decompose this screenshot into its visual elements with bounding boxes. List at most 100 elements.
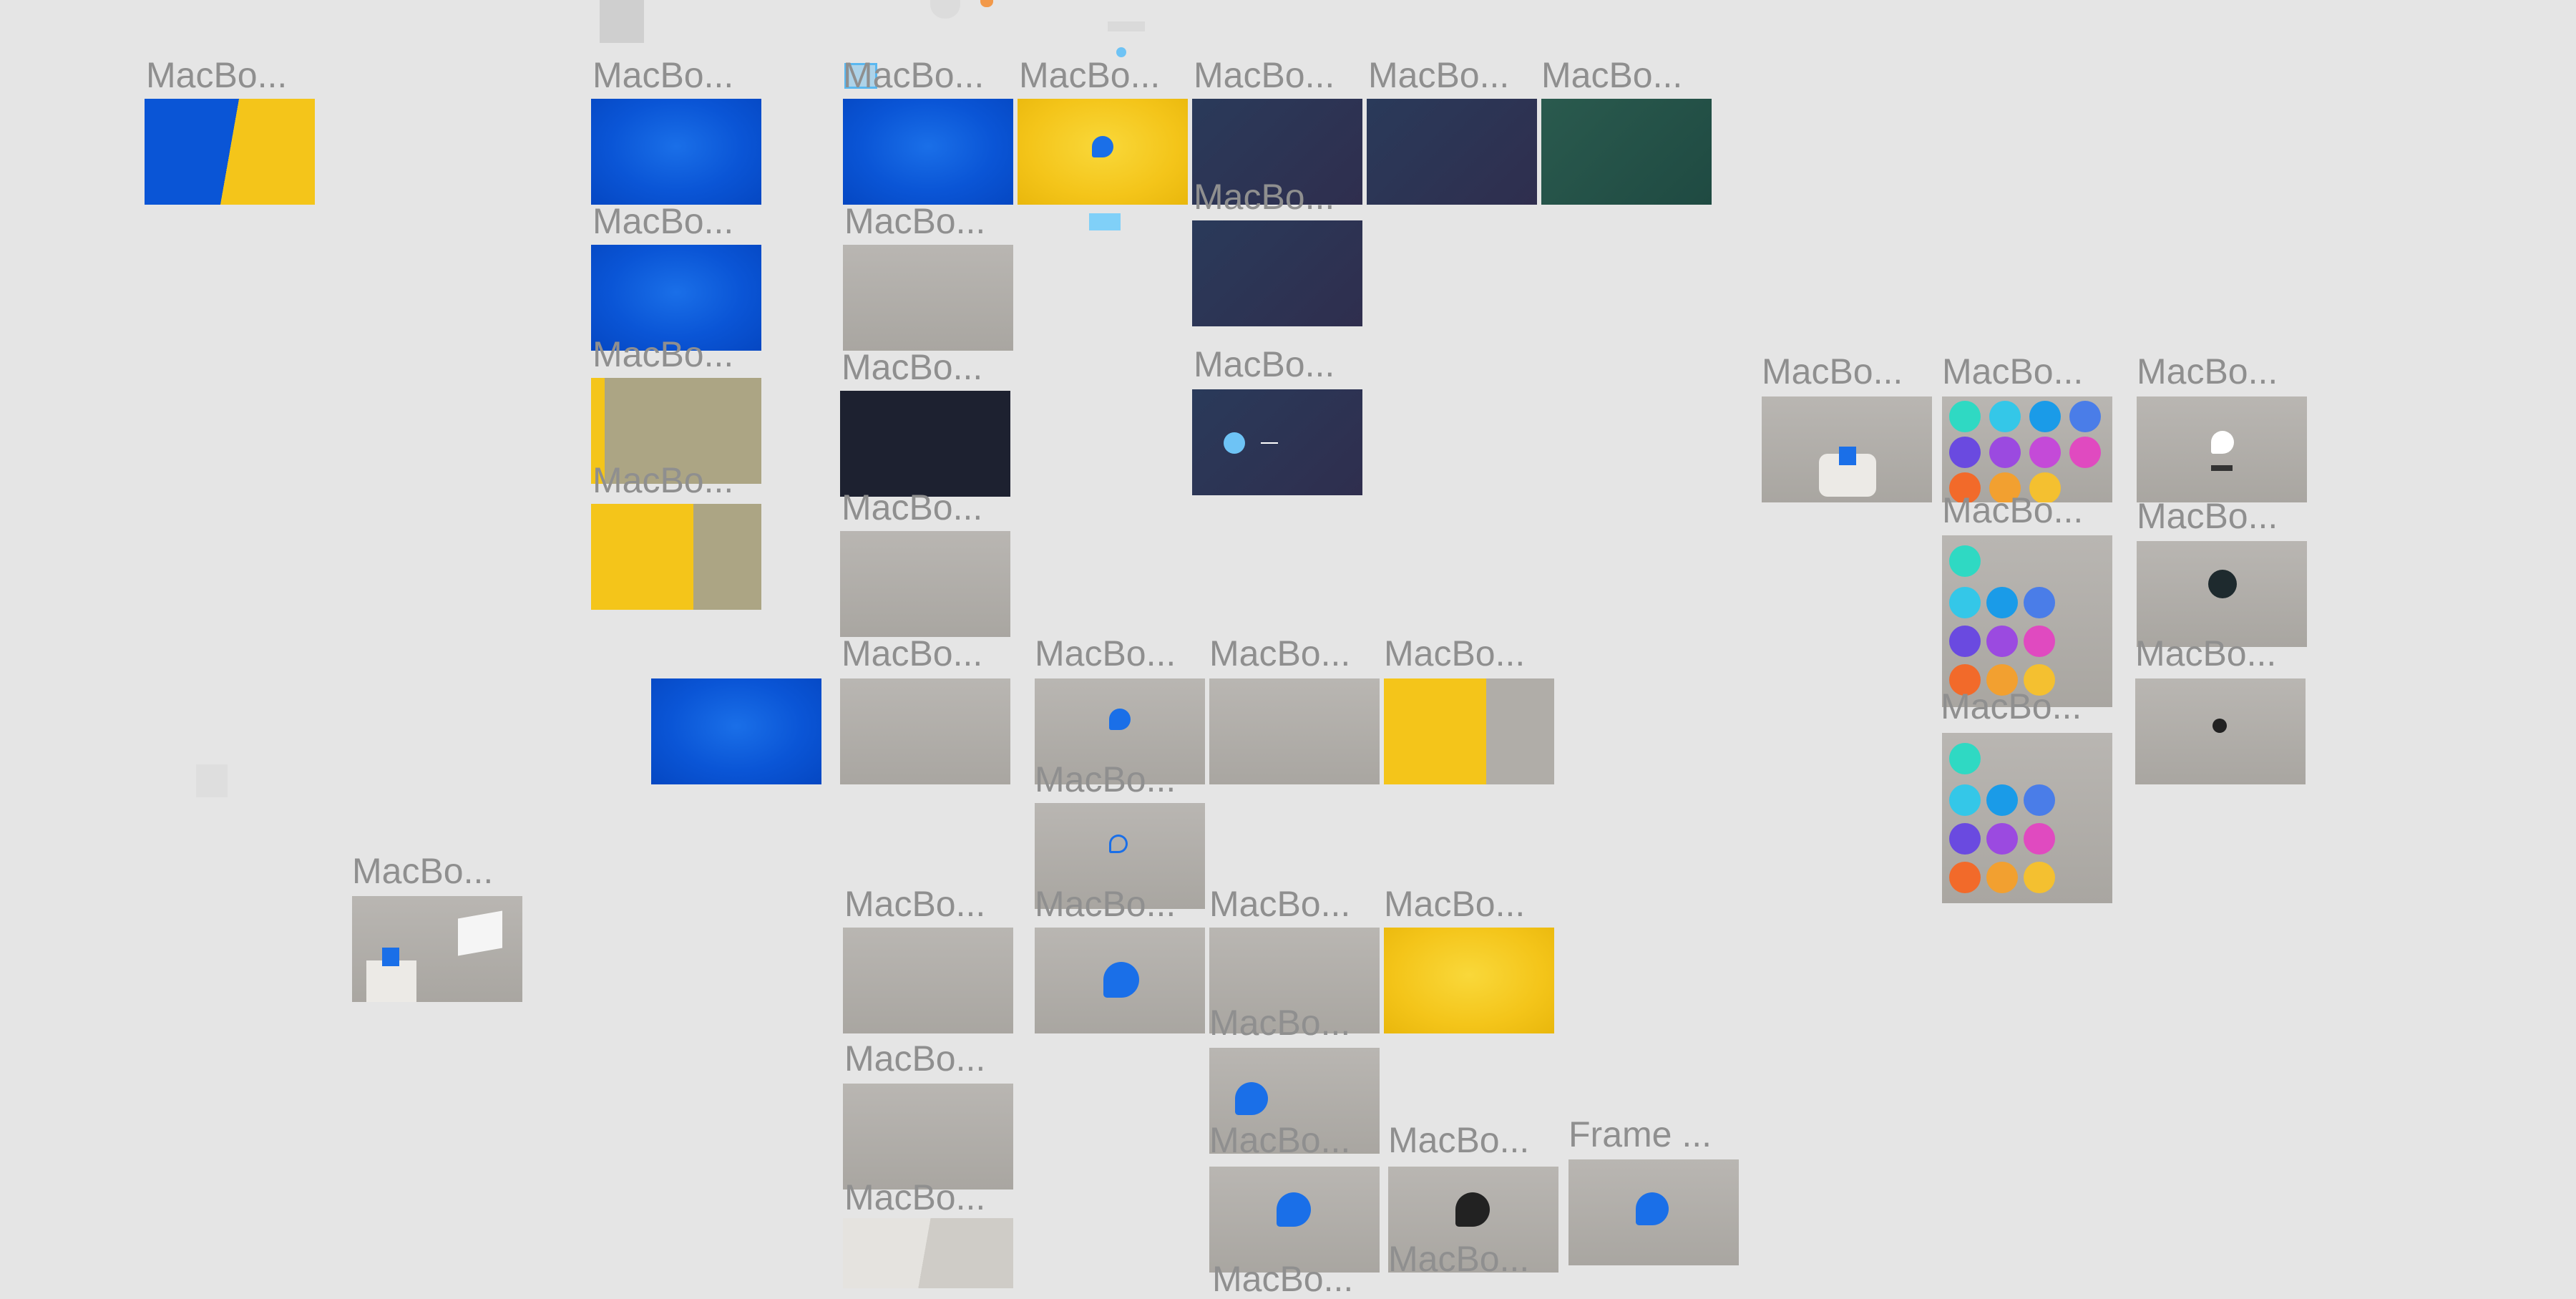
frame-label[interactable]: MacBo... (1019, 57, 1160, 93)
frame-thumbnail[interactable] (1541, 99, 1712, 205)
frame-label[interactable]: MacBo... (1762, 354, 1903, 389)
frame-label[interactable]: MacBo... (1035, 886, 1176, 922)
frame-thumbnail[interactable] (2135, 678, 2306, 784)
frame-label[interactable]: MacBo... (2137, 354, 2278, 389)
frame-thumbnail[interactable] (1209, 678, 1380, 784)
frame-thumbnail[interactable] (843, 1218, 1013, 1288)
color-dot (1949, 823, 1981, 855)
button-shape (2211, 465, 2233, 471)
color-dot (1989, 401, 2021, 432)
frame-thumbnail[interactable] (1568, 1159, 1739, 1265)
frame-label[interactable]: MacBo... (1941, 689, 2082, 724)
color-dot (2024, 823, 2055, 855)
frame-label[interactable]: MacBo... (843, 57, 984, 93)
canvas-shape[interactable] (600, 0, 644, 43)
color-dot (2024, 626, 2055, 657)
frame-label[interactable]: MacBo... (1368, 57, 1509, 93)
frame-label[interactable]: MacBo... (1035, 636, 1176, 671)
color-dot (1986, 823, 2018, 855)
canvas-shape[interactable] (1089, 213, 1121, 230)
arrow-right-icon (1261, 442, 1278, 444)
frame-thumbnail[interactable] (1192, 389, 1362, 495)
frame-label[interactable]: MacBo... (1194, 179, 1335, 215)
frame-thumbnail[interactable] (840, 391, 1010, 497)
frame-thumbnail[interactable] (1367, 99, 1537, 205)
frame-label[interactable]: MacBo... (1212, 1261, 1353, 1297)
frame-thumbnail[interactable] (843, 99, 1013, 205)
canvas-shape[interactable] (930, 0, 960, 19)
frame-thumbnail[interactable] (840, 531, 1010, 637)
frame-thumbnail[interactable] (843, 928, 1013, 1033)
canvas-shape[interactable] (196, 764, 228, 797)
chat-bubble-icon (1636, 1192, 1669, 1225)
frame-thumbnail[interactable] (1942, 733, 2112, 903)
color-dot (2029, 401, 2061, 432)
frame-label[interactable]: MacBo... (1209, 1005, 1350, 1041)
frame-thumbnail[interactable] (2137, 541, 2307, 647)
frame-label[interactable]: MacBo... (592, 203, 733, 239)
frame-label[interactable]: MacBo... (1384, 636, 1525, 671)
frame-thumbnail[interactable] (1192, 220, 1362, 326)
frame-thumbnail[interactable] (1384, 928, 1554, 1033)
frame-label[interactable]: MacBo... (352, 853, 493, 889)
frame-label[interactable]: MacBo... (1209, 886, 1350, 922)
frame-label[interactable]: MacBo... (844, 886, 985, 922)
frame-label[interactable]: Frame ... (1568, 1116, 1712, 1152)
canvas-shape[interactable] (980, 0, 993, 7)
frame-label[interactable]: MacBo... (841, 349, 982, 385)
frame-thumbnail[interactable] (843, 1084, 1013, 1189)
frame-thumbnail[interactable] (591, 504, 761, 610)
frame-label[interactable]: MacBo... (592, 462, 733, 498)
frame-thumbnail[interactable] (1942, 396, 2112, 502)
frame-label[interactable]: MacBo... (2135, 636, 2276, 671)
frame-label[interactable]: MacBo... (1388, 1122, 1529, 1158)
frame-label[interactable]: MacBo... (146, 57, 287, 93)
frame-thumbnail[interactable] (1384, 678, 1554, 784)
frame-thumbnail[interactable] (843, 245, 1013, 351)
color-dot (1986, 626, 2018, 657)
frame-thumbnail[interactable] (840, 678, 1010, 784)
color-dot (2029, 437, 2061, 468)
frame-thumbnail[interactable] (651, 678, 821, 784)
frame-label[interactable]: MacBo... (1209, 1122, 1350, 1158)
frame-label[interactable]: MacBo... (844, 1179, 985, 1215)
color-dot (1949, 743, 1981, 774)
frame-label[interactable]: MacBo... (1035, 762, 1176, 797)
chat-bubble-icon (1092, 136, 1113, 157)
frame-thumbnail[interactable] (1942, 535, 2112, 707)
frame-thumbnail[interactable] (1762, 396, 1932, 502)
design-canvas[interactable]: MacBo... MacBo... MacBo... MacBo... MacB… (0, 0, 2576, 1297)
frame-label[interactable]: MacBo... (1194, 57, 1335, 93)
frame-thumbnail[interactable] (1035, 928, 1205, 1033)
chat-bubble-icon (1235, 1082, 1268, 1115)
frame-thumbnail[interactable] (2137, 396, 2307, 502)
frame-label[interactable]: MacBo... (1942, 492, 2083, 528)
frame-label[interactable]: MacBo... (2137, 498, 2278, 534)
color-dot (2069, 401, 2101, 432)
cube-icon (1839, 447, 1856, 465)
frame-label[interactable]: MacBo... (1194, 346, 1335, 382)
globe-icon (2208, 570, 2237, 598)
frame-label[interactable]: MacBo... (592, 57, 733, 93)
frame-thumbnail[interactable] (1018, 99, 1188, 205)
frame-label[interactable]: MacBo... (844, 1041, 985, 1076)
color-dot (2024, 784, 2055, 816)
frame-label[interactable]: MacBo... (841, 636, 982, 671)
frame-thumbnail[interactable] (352, 896, 522, 1002)
frame-label[interactable]: MacBo... (1388, 1241, 1529, 1277)
frame-label[interactable]: MacBo... (1541, 57, 1682, 93)
color-dot (2069, 437, 2101, 468)
frame-label[interactable]: MacBo... (1942, 354, 2083, 389)
frame-label[interactable]: MacBo... (841, 490, 982, 525)
frame-label[interactable]: MacBo... (1384, 886, 1525, 922)
color-dot (1949, 784, 1981, 816)
frame-label[interactable]: MacBo... (592, 336, 733, 372)
chat-bubble-icon (2211, 431, 2234, 454)
canvas-shape[interactable] (1108, 21, 1145, 31)
frame-thumbnail[interactable] (145, 99, 315, 205)
color-dot (1949, 626, 1981, 657)
frame-thumbnail[interactable] (591, 99, 761, 205)
frame-thumbnail[interactable] (1209, 1167, 1380, 1273)
frame-label[interactable]: MacBo... (844, 203, 985, 239)
frame-label[interactable]: MacBo... (1209, 636, 1350, 671)
